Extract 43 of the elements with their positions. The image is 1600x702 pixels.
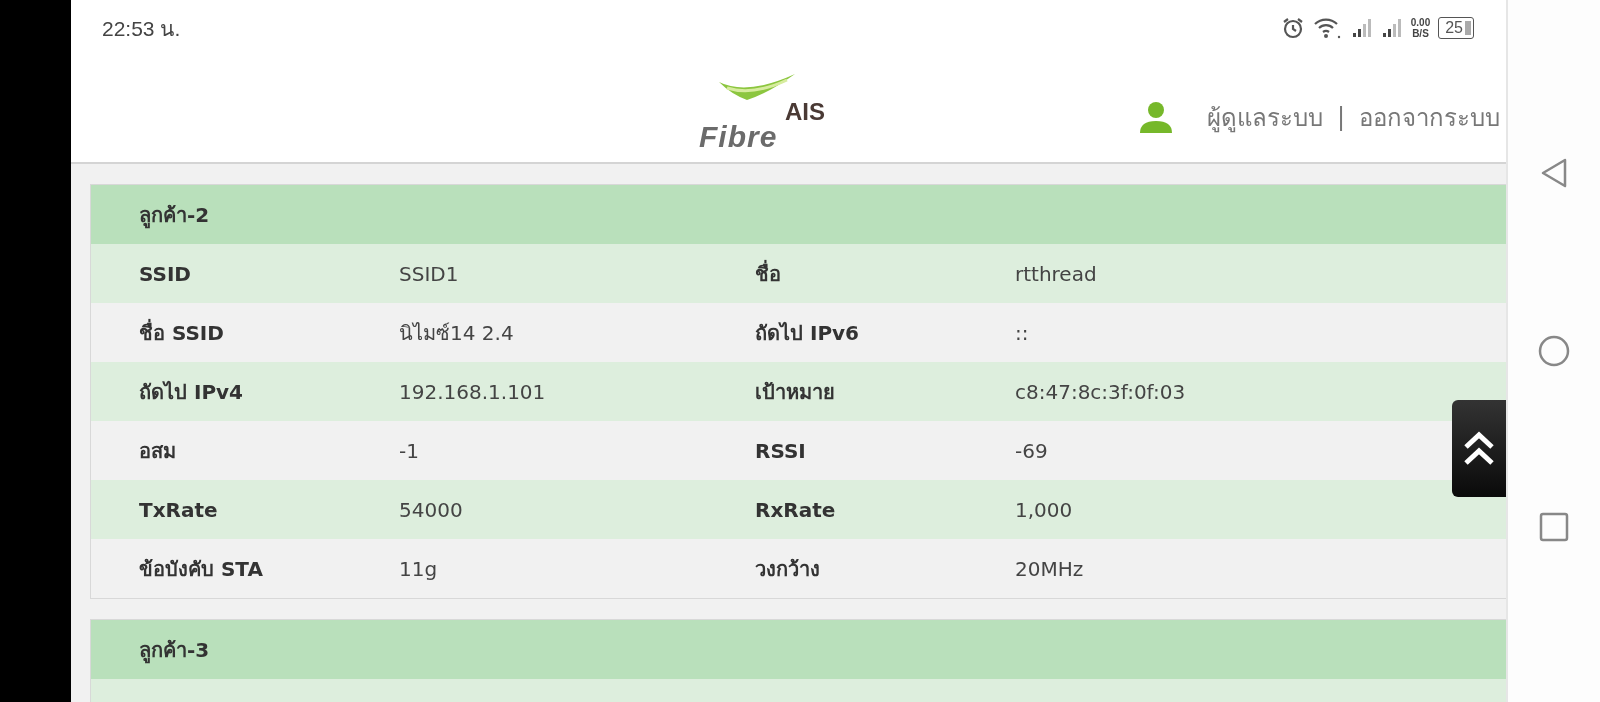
logo-text: AIS (785, 98, 825, 126)
field-value: 192.168.1.101 (399, 379, 546, 404)
home-icon[interactable] (1538, 334, 1570, 367)
user-name: ผู้ดูแลระบบ (1206, 102, 1323, 135)
speed-value: 0.00 (1410, 17, 1431, 28)
field-value: 54000 (399, 497, 463, 522)
field-value: :: (1015, 320, 1029, 345)
wifi-icon (1312, 16, 1343, 40)
client-title: ลูกค้า-3 (139, 636, 210, 666)
clock-time: 22:53 น. (102, 15, 181, 42)
field-value: -1 (399, 438, 419, 463)
separator: | (1336, 103, 1345, 131)
field-label: SSID (139, 261, 191, 286)
field-label: อสม (139, 437, 176, 465)
battery-icon: 25 (1438, 17, 1474, 39)
back-icon[interactable] (1539, 157, 1569, 189)
field-value: 1,000 (1015, 497, 1073, 522)
field-label: ถัดไป IPv6 (755, 319, 859, 347)
field-label: เป้าหมาย (755, 378, 835, 406)
field-label: RSSI (755, 438, 806, 463)
back-to-top-button[interactable] (1452, 400, 1506, 497)
field-label: ข้อบังคับ STA (139, 555, 263, 583)
field-label: ชื่อ SSID (139, 318, 224, 347)
field-label: ถัดไป IPv4 (139, 378, 243, 406)
field-label: TxRate (139, 497, 218, 522)
logout-link[interactable]: ออกจากระบบ (1359, 97, 1500, 137)
recents-icon[interactable] (1539, 512, 1569, 542)
field-value: 11g (399, 556, 438, 581)
field-label: ชื่อ (755, 259, 781, 288)
field-value: -69 (1015, 438, 1048, 463)
signal-icon (1380, 17, 1403, 39)
field-value: นิไมซ์14 2.4 (399, 319, 514, 347)
logo-text: Fibre (699, 120, 778, 154)
client-title: ลูกค้า-2 (139, 201, 210, 231)
field-value: rtthread (1015, 261, 1097, 286)
signal-icon (1350, 17, 1373, 39)
field-label: วงกว้าง (755, 555, 820, 583)
field-value: 20MHz (1015, 556, 1084, 581)
speed-unit: B/S (1412, 28, 1429, 39)
field-value: SSID1 (399, 261, 459, 286)
field-label: RxRate (755, 497, 836, 522)
field-value: c8:47:8c:3f:0f:03 (1015, 379, 1186, 404)
user-icon (1138, 101, 1173, 133)
